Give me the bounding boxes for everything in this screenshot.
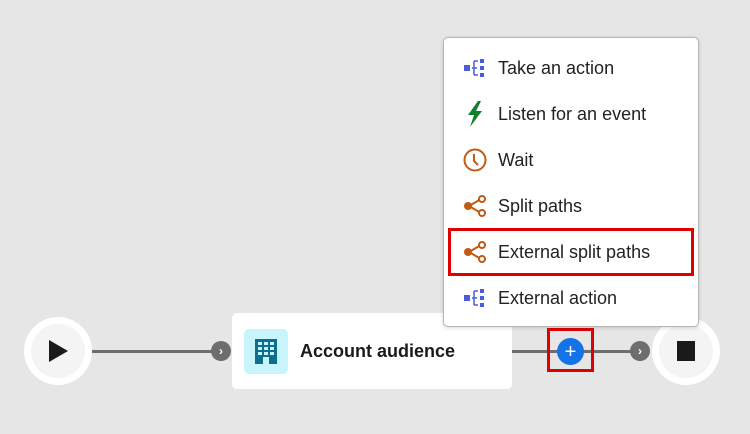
menu-item-take-action[interactable]: Take an action: [454, 48, 690, 88]
menu-item-listen-event[interactable]: Listen for an event: [454, 94, 690, 134]
highlight-box: [547, 328, 594, 372]
action-icon: [460, 58, 490, 78]
action-icon: [460, 288, 490, 308]
menu-item-external-action[interactable]: External action: [454, 278, 690, 318]
highlight-box: [448, 228, 694, 276]
add-activity-menu: Take an action Listen for an event Wait …: [443, 37, 699, 327]
split-icon: [460, 195, 490, 217]
menu-item-split-paths[interactable]: Split paths: [454, 186, 690, 226]
end-node[interactable]: [652, 317, 720, 385]
chevron-right-icon[interactable]: ›: [211, 341, 231, 361]
building-icon: [244, 328, 288, 374]
menu-item-wait[interactable]: Wait: [454, 140, 690, 180]
connector-line: [90, 350, 220, 353]
chevron-right-icon[interactable]: ›: [630, 341, 650, 361]
clock-icon: [460, 148, 490, 172]
start-node[interactable]: [24, 317, 92, 385]
stop-icon: [677, 341, 695, 361]
play-icon: [49, 340, 68, 362]
card-title: Account audience: [300, 340, 456, 361]
lightning-icon: [460, 101, 490, 127]
